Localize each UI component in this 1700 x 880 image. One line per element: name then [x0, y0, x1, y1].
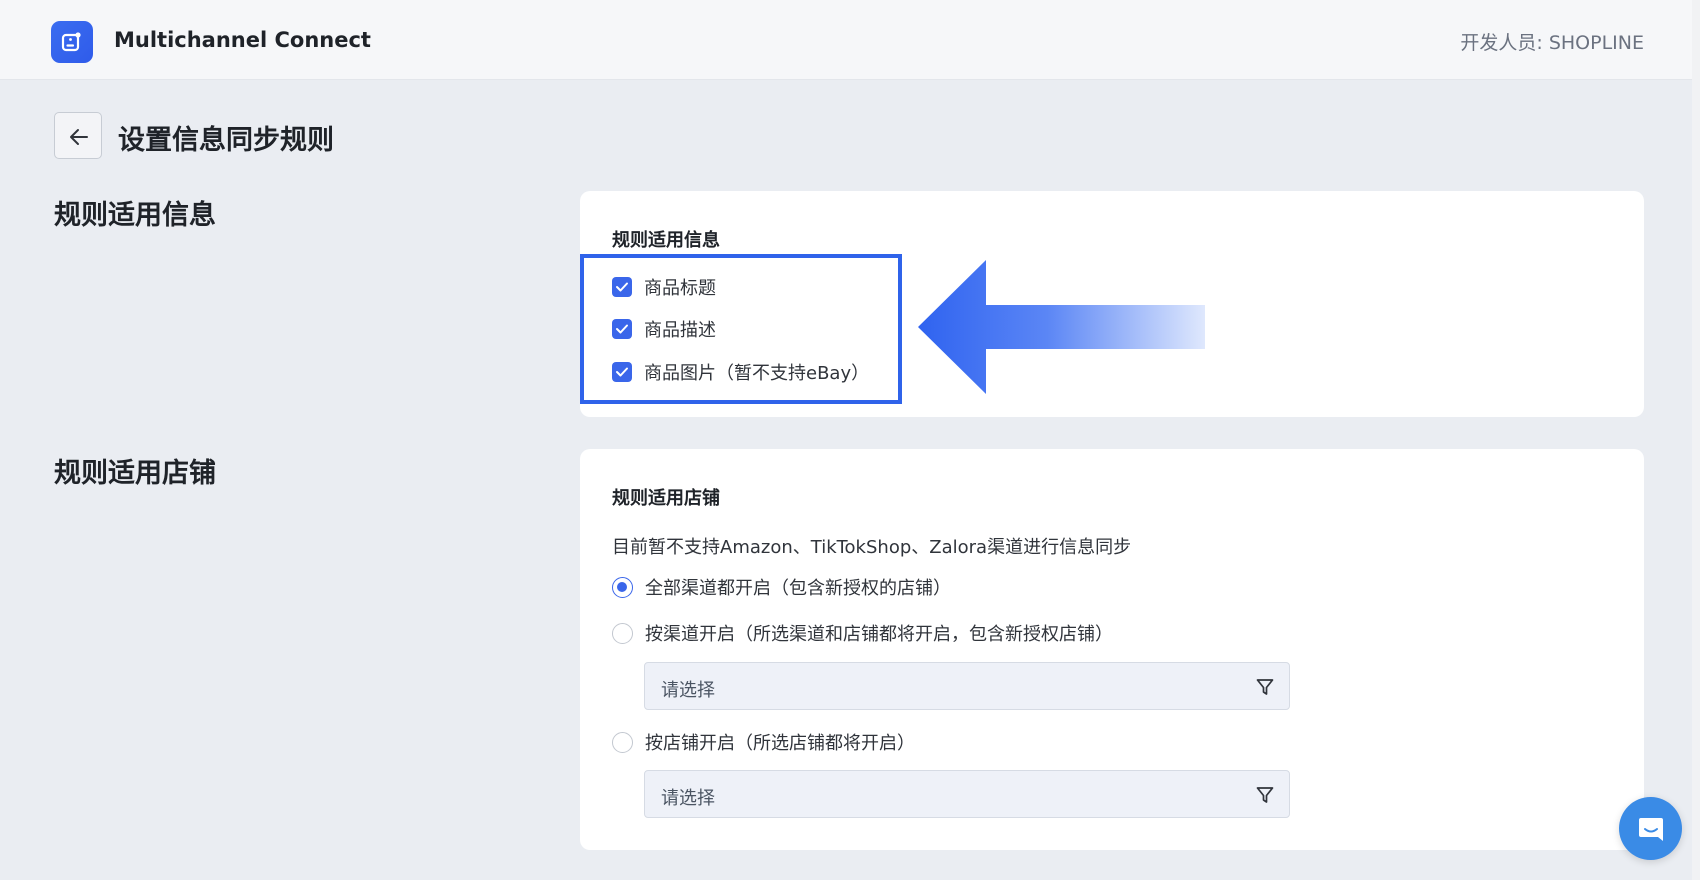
scrollbar[interactable]: [1692, 0, 1700, 880]
arrow-left-annotation-icon: [918, 260, 1205, 394]
checkbox-product-images[interactable]: 商品图片（暂不支持eBay）: [612, 360, 869, 384]
section-label-info: 规则适用信息: [54, 200, 216, 231]
developer-label: 开发人员: SHOPLINE: [1460, 32, 1644, 54]
app-logo-icon: [51, 21, 93, 63]
radio-button[interactable]: [612, 622, 633, 644]
radio-button[interactable]: [612, 731, 633, 753]
radio-by-store[interactable]: 按店铺开启（所选店铺都将开启）: [612, 730, 915, 754]
checkbox-product-description[interactable]: 商品描述: [612, 317, 716, 341]
radio-by-channel[interactable]: 按渠道开启（所选渠道和店铺都将开启，包含新授权店铺）: [612, 621, 1113, 645]
section-label-store: 规则适用店铺: [54, 458, 216, 489]
checkbox-label: 商品描述: [644, 320, 716, 341]
checkbox-checked[interactable]: [612, 319, 632, 339]
back-button[interactable]: [54, 112, 102, 159]
select-placeholder: 请选择: [661, 788, 715, 809]
radio-all-channels[interactable]: 全部渠道都开启（包含新授权的店铺）: [612, 575, 951, 599]
unsupported-channels-notice: 目前暂不支持Amazon、TikTokShop、Zalora渠道进行信息同步: [612, 537, 1132, 558]
checkbox-label: 商品图片（暂不支持eBay）: [644, 363, 870, 384]
checkbox-label: 商品标题: [644, 278, 716, 299]
chat-icon: [1639, 818, 1663, 841]
radio-label: 按店铺开启（所选店铺都将开启）: [645, 733, 915, 754]
radio-button-selected[interactable]: [612, 576, 633, 598]
checkbox-product-title[interactable]: 商品标题: [612, 275, 716, 299]
filter-icon[interactable]: [1255, 785, 1275, 805]
store-card-title: 规则适用店铺: [612, 488, 720, 509]
filter-icon[interactable]: [1255, 677, 1275, 697]
radio-label: 按渠道开启（所选渠道和店铺都将开启，包含新授权店铺）: [645, 624, 1113, 645]
store-card: 规则适用店铺 目前暂不支持Amazon、TikTokShop、Zalora渠道进…: [580, 449, 1644, 850]
checkbox-checked[interactable]: [612, 362, 632, 382]
page-title: 设置信息同步规则: [118, 125, 334, 156]
arrow-left-icon: [70, 129, 88, 145]
chat-support-button[interactable]: [1619, 797, 1682, 860]
app-header: Multichannel Connect 开发人员: SHOPLINE: [0, 0, 1700, 80]
store-select[interactable]: 请选择: [644, 770, 1290, 818]
radio-label: 全部渠道都开启（包含新授权的店铺）: [645, 578, 951, 599]
app-name: Multichannel Connect: [114, 28, 371, 52]
select-placeholder: 请选择: [661, 680, 715, 701]
checkbox-checked[interactable]: [612, 277, 632, 297]
channel-select[interactable]: 请选择: [644, 662, 1290, 710]
info-card-title: 规则适用信息: [612, 230, 720, 251]
